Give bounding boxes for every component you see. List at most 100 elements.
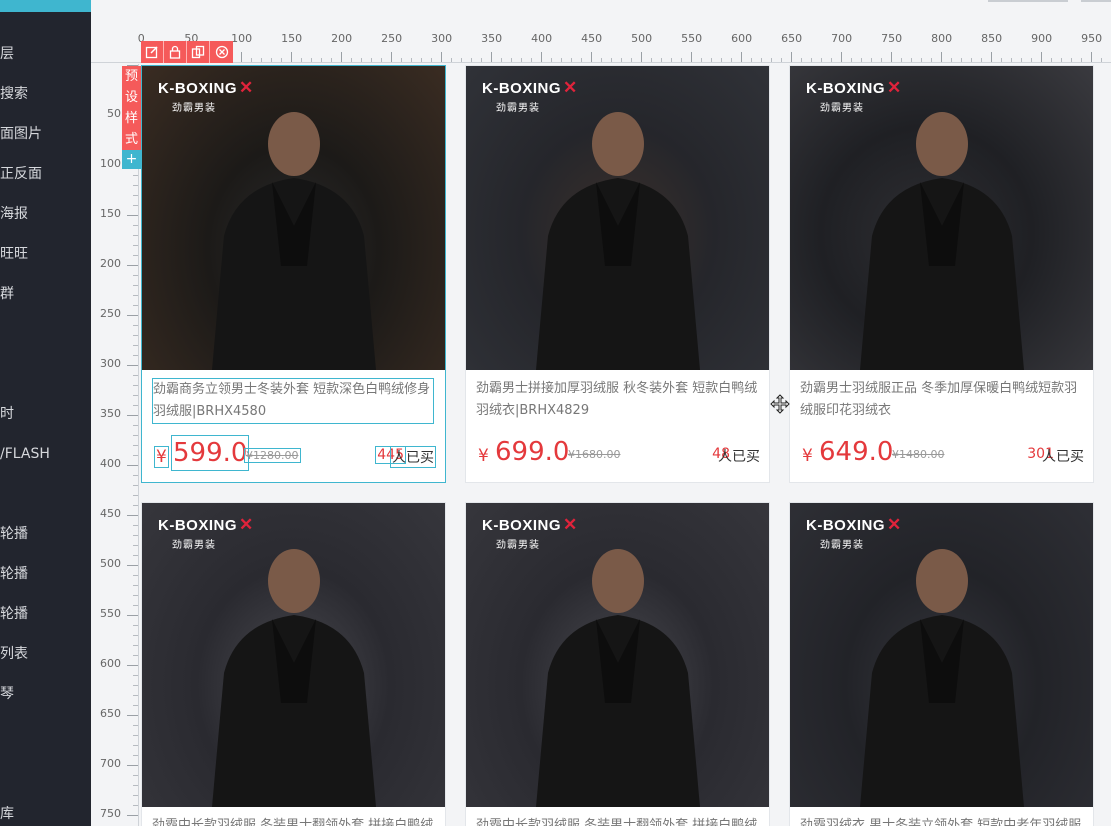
sidebar-item[interactable]: /FLASH (0, 446, 50, 462)
sidebar-item[interactable]: 正反面 (0, 166, 42, 182)
ruler-label: 950 (1081, 32, 1103, 45)
product-title[interactable]: 劲霸商务立领男士冬装外套 短款深色白鸭绒修身羽绒服|BRHX4580 (152, 378, 434, 424)
ruler-label: 150 (281, 32, 303, 45)
ruler-tick (991, 52, 992, 62)
sidebar-item[interactable]: 列表 (0, 646, 28, 662)
ruler-tick (133, 325, 138, 326)
ruler-tick (311, 58, 312, 62)
product-card[interactable]: K-BOXING ✕ 劲霸男装劲霸羽绒衣 男士冬装立领外套 短款中老年羽绒服 (789, 502, 1094, 826)
ruler-tick (133, 445, 138, 446)
ruler-tick (127, 515, 138, 516)
currency-symbol: ¥ (154, 446, 169, 468)
sidebar-item[interactable]: 轮播 (0, 526, 28, 542)
ruler-tick (133, 285, 138, 286)
model-head (268, 549, 320, 613)
original-price: ¥1680.00 (568, 448, 621, 461)
ruler-tick (681, 58, 682, 62)
product-card[interactable]: K-BOXING ✕ 劲霸男装劲霸男士羽绒服正品 冬季加厚保暖白鸭绒短款羽绒服印花羽… (789, 65, 1094, 483)
horizontal-ruler: 0 50 100 150 200 250 300 350 400 450 500 550 600 650 7… (91, 0, 1111, 64)
model-jacket (860, 615, 1024, 807)
model-head (916, 549, 968, 613)
ruler-label: 700 (831, 32, 853, 45)
ruler-label: 200 (331, 32, 353, 45)
ruler-tick (911, 58, 912, 62)
product-image[interactable]: K-BOXING ✕ 劲霸男装 (790, 66, 1093, 370)
sidebar-item[interactable]: 搜索 (0, 86, 28, 102)
ruler-label: 750 (881, 32, 903, 45)
product-price: 599.0 (171, 435, 250, 471)
product-image[interactable]: K-BOXING ✕ 劲霸男装 (466, 503, 769, 807)
product-card[interactable]: K-BOXING✕劲霸男装劲霸中长款羽绒服 冬装男士翻领外套 拼接白鸭绒羽 (465, 502, 770, 826)
delete-icon[interactable] (210, 41, 233, 63)
product-title[interactable]: 劲霸男士拼接加厚羽绒服 秋冬装外套 短款白鸭绒羽绒衣|BRHX4829 (476, 378, 758, 422)
sidebar-item[interactable]: 琴 (0, 686, 14, 702)
ruler-tick (133, 245, 138, 246)
product-title[interactable]: 劲霸中长款羽绒服 冬装男士翻领外套 拼接白鸭绒羽 (152, 815, 434, 826)
edit-icon[interactable] (141, 41, 164, 63)
sidebar-item[interactable]: 旺旺 (0, 246, 28, 262)
product-image[interactable]: K-BOXING ✕ 劲霸男装 (790, 503, 1093, 807)
ruler-label: 650 (781, 32, 803, 45)
product-image[interactable]: K-BOXING ✕ 劲霸男装 (466, 66, 769, 370)
ruler-label: 300 (431, 32, 453, 45)
ruler-tick (431, 58, 432, 62)
lock-icon[interactable] (164, 41, 187, 63)
sidebar-item[interactable]: 群 (0, 286, 14, 302)
ruler-label: 300 (100, 357, 121, 370)
ruler-tick (771, 58, 772, 62)
product-title[interactable]: 劲霸男士羽绒服正品 冬季加厚保暖白鸭绒短款羽绒服印花羽绒衣 (800, 378, 1082, 422)
ruler-tick (133, 175, 138, 176)
product-title[interactable]: 劲霸中长款羽绒服 冬装男士翻领外套 拼接白鸭绒羽 (476, 815, 758, 826)
product-image[interactable]: K-BOXING ✕ 劲霸男装 (142, 503, 445, 807)
product-title[interactable]: 劲霸羽绒衣 男士冬装立领外套 短款中老年羽绒服 (800, 815, 1082, 826)
product-card[interactable]: K-BOXING✕劲霸男装劲霸中长款羽绒服 冬装男士翻领外套 拼接白鸭绒羽 (141, 502, 446, 826)
ruler-tick (461, 58, 462, 62)
ruler-tick (791, 52, 792, 62)
sidebar-item[interactable]: 时 (0, 406, 14, 422)
sold-label: 人已买 (390, 446, 436, 468)
sidebar-item[interactable]: 轮播 (0, 566, 28, 582)
ruler-tick (133, 475, 138, 476)
add-preset-button[interactable]: + (122, 150, 141, 169)
sidebar-item[interactable]: 库 (0, 806, 14, 822)
ruler-tick (581, 58, 582, 62)
ruler-tick (801, 58, 802, 62)
ruler-tick (721, 58, 722, 62)
brand-logo: K-BOXING ✕ 劲霸男装 (158, 78, 254, 114)
move-cursor-icon (770, 394, 790, 414)
preset-char: 预 (124, 69, 138, 84)
ruler-tick (133, 805, 138, 806)
product-image[interactable]: K-BOXING ✕ 劲霸男装 (142, 66, 445, 370)
ruler-label: 550 (100, 607, 121, 620)
copy-icon[interactable] (187, 41, 210, 63)
ruler-label: 500 (100, 557, 121, 570)
ruler-tick (133, 385, 138, 386)
sidebar-item[interactable]: 层 (0, 46, 14, 62)
ruler-tick (351, 58, 352, 62)
ruler-tick (133, 205, 138, 206)
ruler-label: 100 (231, 32, 253, 45)
model-jacket (860, 178, 1024, 370)
preset-style-button[interactable]: 预 设 样 式 (122, 66, 141, 150)
ruler-tick (133, 575, 138, 576)
ruler-tick (133, 795, 138, 796)
ruler-tick (381, 58, 382, 62)
ruler-label: 900 (1031, 32, 1053, 45)
ruler-baseline (138, 64, 139, 826)
sidebar-item[interactable]: 海报 (0, 206, 28, 222)
sidebar-item[interactable]: 轮播 (0, 606, 28, 622)
product-card[interactable]: K-BOXING ✕ 劲霸男装劲霸商务立领男士冬装外套 短款深色白鸭绒修身羽绒服|B… (141, 65, 446, 483)
ruler-tick (1071, 58, 1072, 62)
brand-logo-mark: ✕ (887, 515, 902, 534)
ruler-tick (241, 52, 242, 62)
ruler-tick (133, 485, 138, 486)
sidebar-item[interactable]: 面图片 (0, 126, 42, 142)
ruler-tick (127, 315, 138, 316)
ruler-tick (127, 265, 138, 266)
product-card[interactable]: K-BOXING ✕ 劲霸男装劲霸男士拼接加厚羽绒服 秋冬装外套 短款白鸭绒羽绒衣|… (465, 65, 770, 483)
product-price: 699.0 (495, 437, 570, 467)
ruler-tick (1051, 58, 1052, 62)
left-sidebar: 层 搜索 面图片 正反面 海报 旺旺 群 时 /FLASH 轮播 轮播 轮播 列… (0, 0, 91, 826)
ruler-tick (951, 58, 952, 62)
ruler-tick (941, 52, 942, 62)
